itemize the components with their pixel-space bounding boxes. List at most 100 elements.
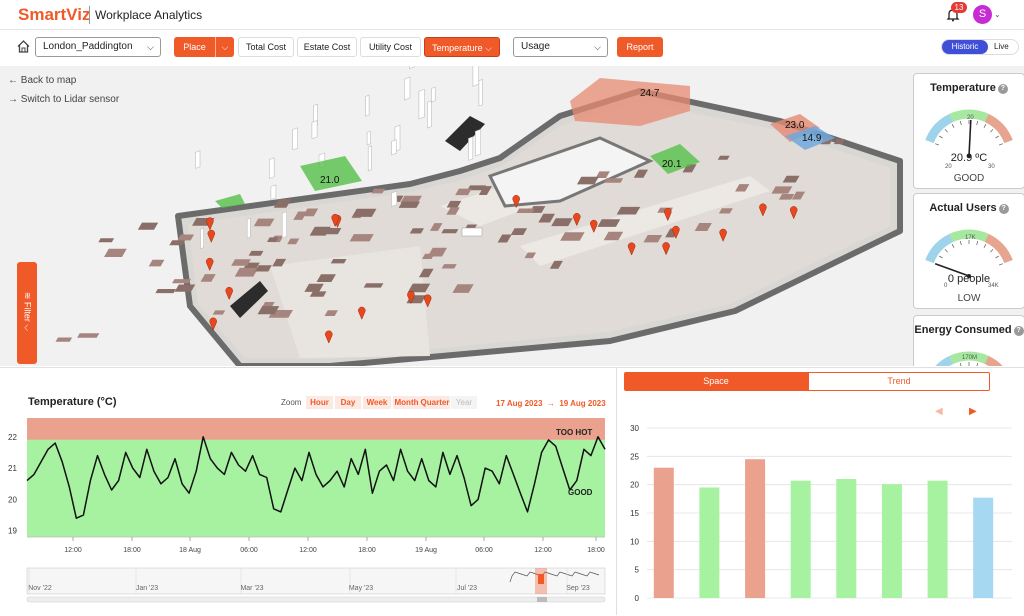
y-tick-label: 20 — [8, 495, 17, 504]
gauge-tick — [976, 363, 979, 366]
chevron-down-icon: ⌵ — [485, 43, 492, 53]
gauge-title: Actual Users? — [914, 202, 1024, 214]
space-bar[interactable] — [836, 479, 857, 598]
y-tick-label: 0 — [635, 594, 640, 603]
space-bar[interactable] — [699, 487, 720, 599]
switch-lidar-link[interactable]: → Switch to Lidar sensor — [8, 94, 119, 105]
actual-users-gauge-card[interactable]: Actual Users? 0 17K 34K 0 people LOW — [914, 194, 1024, 308]
mode-toggle[interactable]: Historic Live — [941, 39, 1019, 55]
toolbar: London_Paddington ⌵ Place ⌵ Total Cost E… — [0, 31, 1024, 65]
wall-segment — [403, 76, 411, 101]
gauge-value: 0 people — [947, 273, 991, 285]
chevron-down-icon: ⌵ — [594, 42, 601, 52]
space-bar[interactable] — [927, 480, 948, 598]
temperature-chart[interactable]: 19 20 21 22 TOO HOT GOOD 12:00 18:00 18 Aug 06:00… — [0, 408, 616, 616]
gauge-tick — [983, 124, 987, 128]
zoom-label: Zoom — [281, 398, 302, 407]
utility-cost-button[interactable]: Utility Cost — [360, 37, 421, 57]
space-bar[interactable] — [973, 497, 994, 598]
temperature-dropdown[interactable]: Temperature ⌵ — [424, 37, 500, 57]
x-tick-label: 12:00 — [64, 547, 82, 554]
meeting-room — [461, 227, 483, 237]
desk-block — [516, 208, 535, 213]
navigator-label: Nov '22 — [28, 585, 52, 592]
brand-logo[interactable]: SmartViz — [18, 5, 90, 25]
help-icon[interactable]: ? — [997, 84, 1008, 94]
wall-segment — [292, 127, 299, 151]
gauge-arc-segment — [935, 355, 954, 366]
filter-tab[interactable]: ≋ Filter ⌵ — [17, 262, 37, 364]
navigator-handle[interactable] — [538, 574, 544, 584]
wall-segment — [367, 145, 372, 172]
gauge-tick — [998, 143, 1003, 146]
zone-label: 21.0 — [320, 175, 340, 186]
prev-arrow-icon[interactable]: ◀ — [935, 406, 943, 417]
space-bar-chart[interactable]: 0 5 10 15 20 25 30 — [617, 418, 1024, 616]
floor-plan-3d[interactable]: 21.0 20.1 24.7 23.0 14.9 — [0, 66, 1024, 366]
live-option[interactable]: Live — [994, 40, 1009, 54]
report-button[interactable]: Report — [617, 37, 663, 57]
gauge-min: 20 — [945, 164, 952, 170]
desk-block — [155, 289, 176, 294]
floor-map[interactable]: 21.0 20.1 24.7 23.0 14.9 ← Back to map →… — [0, 66, 1024, 366]
temperature-label: Temperature — [432, 43, 483, 53]
help-icon[interactable]: ? — [1013, 326, 1024, 336]
usage-value: Usage — [521, 41, 550, 52]
next-arrow-icon[interactable]: ▶ — [969, 406, 977, 417]
back-to-map-link[interactable]: ← Back to map — [8, 75, 76, 86]
wall-segment — [270, 184, 277, 201]
energy-gauge-card[interactable]: Energy Consumed? 170M — [914, 316, 1024, 366]
user-avatar[interactable]: S — [973, 5, 992, 24]
wall-segment — [391, 190, 398, 207]
gauge-needle — [968, 119, 972, 157]
wall-segment — [311, 120, 318, 140]
gauge-mid: 17K — [965, 235, 976, 241]
navigator-scrollbar[interactable] — [26, 596, 606, 603]
space-bar[interactable] — [790, 480, 811, 598]
chevron-down-icon[interactable]: ⌵ — [215, 37, 234, 57]
estate-cost-button[interactable]: Estate Cost — [297, 37, 357, 57]
usage-select[interactable]: Usage ⌵ — [513, 37, 608, 57]
zone-label: 14.9 — [802, 133, 822, 144]
y-tick-label: 15 — [630, 509, 639, 518]
tab-trend[interactable]: Trend — [808, 372, 990, 391]
gauge-tick — [976, 121, 979, 126]
location-select[interactable]: London_Paddington ⌵ — [35, 37, 161, 57]
total-cost-button[interactable]: Total Cost — [238, 37, 294, 57]
navigator-scroll-thumb[interactable] — [537, 597, 547, 602]
place-button[interactable]: Place — [174, 37, 215, 57]
y-tick-label: 21 — [8, 464, 17, 473]
historic-option[interactable]: Historic — [942, 40, 988, 54]
gauge-arc-segment — [925, 113, 954, 144]
navigator-frame[interactable] — [26, 567, 606, 595]
gauge-arc-segment — [984, 113, 1013, 144]
home-icon[interactable] — [16, 39, 31, 54]
desk-block — [349, 234, 374, 242]
space-bar[interactable] — [745, 459, 766, 598]
y-tick-label: 22 — [8, 433, 17, 442]
wall-segment — [365, 94, 370, 117]
chevron-down-icon[interactable]: ⌄ — [994, 10, 1001, 19]
navigator-label: Mar '23 — [240, 585, 263, 592]
filter-label: ≋ Filter ⌵ — [22, 291, 33, 332]
gauge-tick — [959, 363, 962, 366]
y-tick-label: 20 — [630, 481, 639, 490]
product-title: Workplace Analytics — [95, 8, 203, 22]
tab-space[interactable]: Space — [624, 372, 808, 391]
desk-block — [148, 259, 165, 267]
space-bar[interactable] — [881, 484, 902, 598]
help-icon[interactable]: ? — [998, 204, 1009, 214]
chevron-down-icon: ⌵ — [147, 42, 154, 52]
gauge-title-text: Actual Users — [929, 202, 997, 214]
space-bar[interactable] — [653, 467, 674, 598]
temperature-gauge-card[interactable]: Temperature? 20 20 30 20.9 ºC GOOD — [914, 74, 1024, 188]
energy-gauge — [935, 351, 1003, 366]
desk-block — [363, 283, 384, 288]
gauge-mid: 20 — [967, 115, 974, 121]
wall-segment — [366, 130, 371, 146]
date-range[interactable]: 17 Aug 2023 → 19 Aug 2023 — [496, 399, 606, 408]
gauge-value: 20.9 ºC — [950, 152, 988, 164]
gauge-tick — [944, 128, 948, 133]
gauge-tick — [959, 241, 962, 246]
navigator-label: Jul '23 — [457, 585, 477, 592]
